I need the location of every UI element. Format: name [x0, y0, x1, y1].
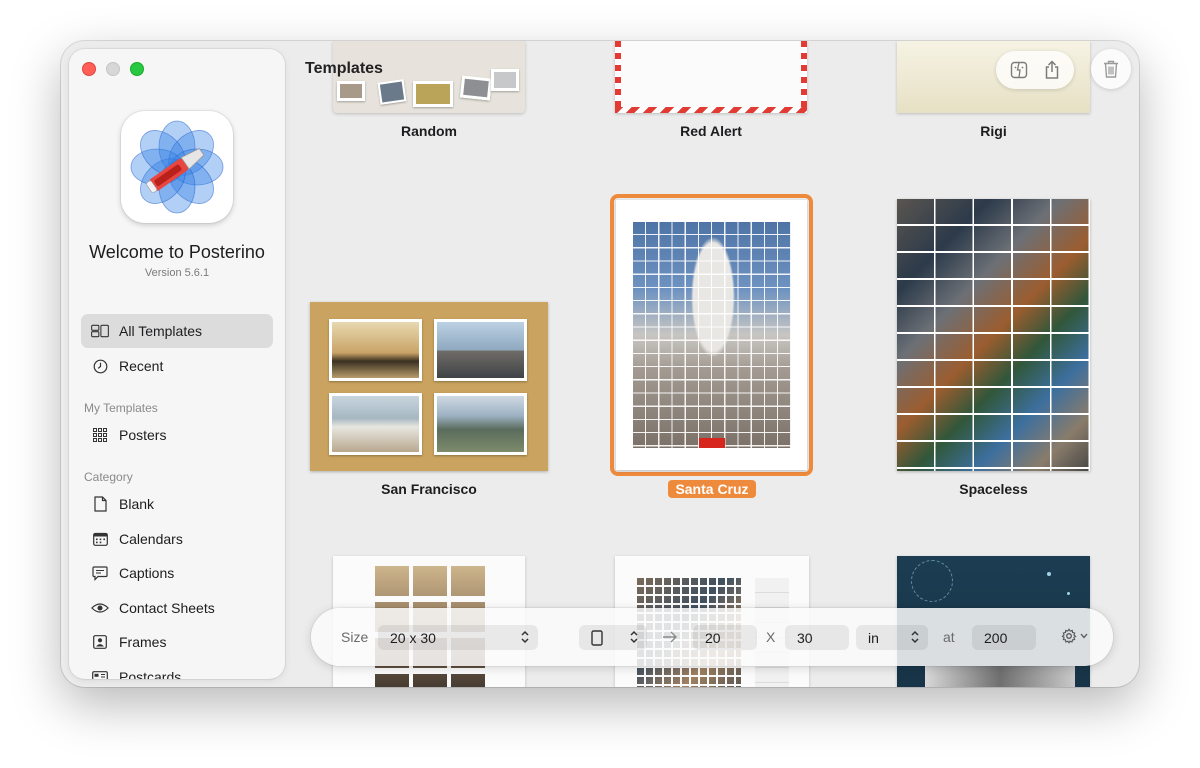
sidebar: Welcome to Posterino Version 5.6.1 All T… — [69, 49, 285, 679]
finder-icon[interactable] — [1010, 61, 1028, 79]
size-preset-value: 20 x 30 — [390, 629, 436, 646]
template-label-santa-cruz[interactable]: Santa Cruz — [668, 480, 756, 498]
dpi-input[interactable]: 200 — [972, 625, 1036, 650]
all-templates-icon — [91, 322, 109, 340]
speech-bubble-icon — [91, 564, 109, 582]
window-minimize-button[interactable] — [106, 62, 120, 76]
orientation-select[interactable] — [579, 625, 647, 650]
clock-icon — [91, 357, 109, 375]
sidebar-item-frames[interactable]: Frames — [81, 625, 273, 659]
template-thumb-spaceless[interactable] — [897, 199, 1090, 471]
santa-cruz-photo-grid — [633, 222, 791, 448]
app-logo — [121, 111, 233, 223]
toolbar-button-group — [996, 51, 1074, 89]
template-label-random[interactable]: Random — [333, 123, 525, 139]
page-title: Templates — [305, 60, 383, 77]
app-version: Version 5.6.1 — [144, 267, 210, 279]
template-label-rigi[interactable]: Rigi — [897, 123, 1090, 139]
sidebar-item-label: Contact Sheets — [119, 600, 215, 616]
sidebar-item-label: Captions — [119, 565, 175, 581]
width-input[interactable]: 20 — [693, 625, 757, 650]
my-templates-header: My Templates — [84, 401, 158, 415]
share-icon[interactable] — [1043, 60, 1061, 80]
person-frame-icon — [91, 633, 109, 651]
posterino-logo-icon — [130, 120, 224, 214]
updown-chevron-icon — [910, 630, 920, 647]
template-thumb-red-alert[interactable] — [615, 41, 807, 113]
template-label-spaceless[interactable]: Spaceless — [897, 481, 1090, 497]
template-label-san-francisco[interactable]: San Francisco — [310, 481, 548, 497]
calendar-icon — [91, 530, 109, 548]
sidebar-item-label: Blank — [119, 496, 155, 512]
category-header: Category — [84, 470, 133, 484]
at-label: at — [943, 629, 955, 645]
sidebar-item-captions[interactable]: Captions — [81, 556, 273, 590]
template-label-red-alert[interactable]: Red Alert — [615, 123, 807, 139]
unit-select[interactable]: in — [856, 625, 928, 650]
sidebar-item-label: Calendars — [119, 531, 183, 547]
width-value: 20 — [705, 629, 721, 646]
sidebar-item-label: Postcards — [119, 669, 182, 679]
document-icon — [91, 495, 109, 513]
gear-icon — [1061, 628, 1077, 644]
app-window: Random Red Alert Rigi San Francisco Sant… — [61, 41, 1139, 687]
unit-value: in — [868, 629, 879, 646]
sidebar-item-label: Frames — [119, 634, 167, 650]
eye-icon — [91, 599, 109, 617]
sidebar-item-all-templates[interactable]: All Templates — [81, 314, 273, 348]
sidebar-item-contact-sheets[interactable]: Contact Sheets — [81, 591, 273, 625]
size-preset-select[interactable]: 20 x 30 — [378, 625, 538, 650]
template-thumb-san-francisco[interactable] — [310, 302, 548, 471]
settings-menu-button[interactable] — [1061, 628, 1088, 644]
dpi-value: 200 — [984, 629, 1008, 646]
updown-chevron-icon — [629, 630, 639, 647]
template-thumb-santa-cruz[interactable] — [616, 200, 807, 470]
grid-icon — [91, 426, 109, 444]
poster-size-bar: Size 20 x 30 20 X 30 in at 200 — [311, 608, 1113, 666]
sidebar-item-blank[interactable]: Blank — [81, 487, 273, 521]
sidebar-item-postcards[interactable]: Postcards — [81, 660, 273, 679]
height-value: 30 — [797, 629, 813, 646]
window-zoom-button[interactable] — [130, 62, 144, 76]
sidebar-item-label: Recent — [119, 358, 164, 374]
window-close-button[interactable] — [82, 62, 96, 76]
portrait-orientation-icon — [591, 629, 603, 646]
size-label: Size — [341, 629, 369, 645]
welcome-title: Welcome to Posterino — [89, 242, 265, 262]
sidebar-item-label: All Templates — [119, 323, 203, 339]
x-label: X — [766, 629, 776, 645]
postcard-icon — [91, 668, 109, 679]
height-input[interactable]: 30 — [785, 625, 849, 650]
sidebar-item-calendars[interactable]: Calendars — [81, 522, 273, 556]
delete-button[interactable] — [1091, 49, 1131, 89]
arrow-right-icon — [662, 630, 678, 644]
chevron-down-icon — [1080, 633, 1088, 639]
sidebar-item-recent[interactable]: Recent — [81, 349, 273, 383]
sidebar-item-label: Posters — [119, 427, 167, 443]
sidebar-item-posters[interactable]: Posters — [81, 418, 273, 452]
trash-icon — [1102, 59, 1120, 79]
updown-chevron-icon — [520, 630, 530, 647]
